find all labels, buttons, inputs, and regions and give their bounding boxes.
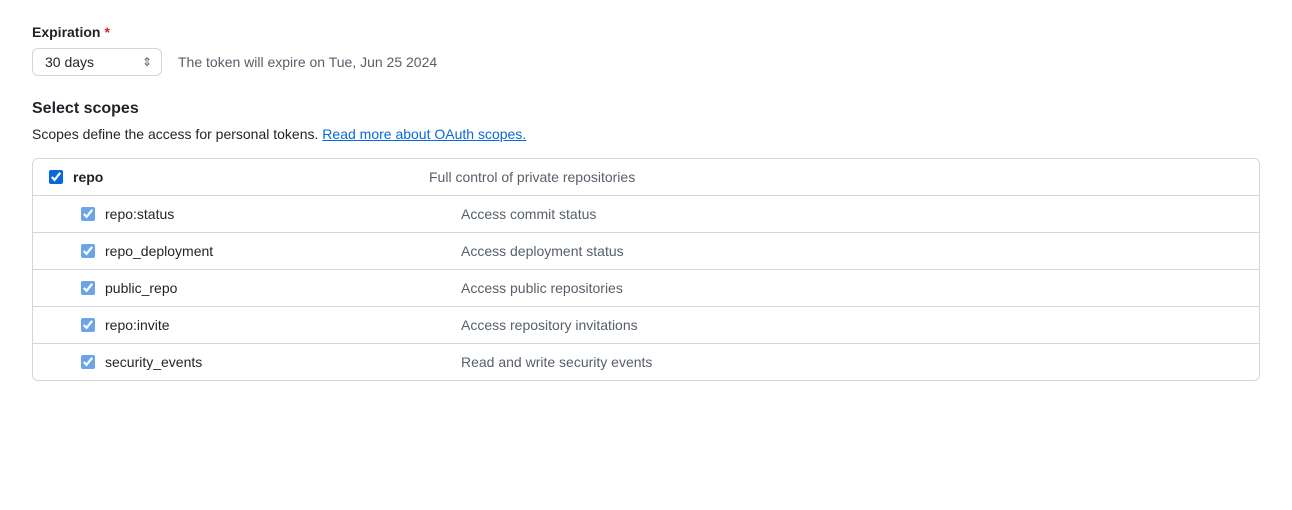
scope-description-repo-invite: Access repository invitations	[461, 317, 1243, 333]
oauth-scopes-link[interactable]: Read more about OAuth scopes.	[322, 126, 526, 142]
scope-checkbox-security-events[interactable]	[81, 355, 95, 369]
scope-description-repo-status: Access commit status	[461, 206, 1243, 222]
scope-row-repo: repo Full control of private repositorie…	[33, 159, 1259, 196]
scopes-description-text: Scopes define the access for personal to…	[32, 126, 318, 142]
scope-row-security-events: security_events Read and write security …	[33, 344, 1259, 380]
scope-checkbox-repo[interactable]	[49, 170, 63, 184]
scope-left-repo-deployment: repo_deployment	[81, 243, 461, 259]
scope-left-repo-status: repo:status	[81, 206, 461, 222]
scopes-table: repo Full control of private repositorie…	[32, 158, 1260, 381]
expiration-select-wrapper: 7 days 30 days 60 days 90 days Custom No…	[32, 48, 162, 76]
scope-row-repo-deployment: repo_deployment Access deployment status	[33, 233, 1259, 270]
scope-left-repo: repo	[49, 169, 429, 185]
expiration-row: 7 days 30 days 60 days 90 days Custom No…	[32, 48, 1260, 76]
scopes-title: Select scopes	[32, 100, 1260, 118]
scope-name-public-repo[interactable]: public_repo	[105, 280, 177, 296]
scope-name-repo-status[interactable]: repo:status	[105, 206, 174, 222]
expiration-label-text: Expiration	[32, 24, 100, 40]
scope-name-repo-invite[interactable]: repo:invite	[105, 317, 170, 333]
scope-checkbox-repo-status[interactable]	[81, 207, 95, 221]
scope-name-repo[interactable]: repo	[73, 169, 103, 185]
scope-checkbox-repo-invite[interactable]	[81, 318, 95, 332]
expiration-label: Expiration *	[32, 24, 1260, 40]
scope-left-security-events: security_events	[81, 354, 461, 370]
scope-description-repo: Full control of private repositories	[429, 169, 1243, 185]
scope-description-repo-deployment: Access deployment status	[461, 243, 1243, 259]
scope-description-security-events: Read and write security events	[461, 354, 1243, 370]
scopes-description: Scopes define the access for personal to…	[32, 126, 1260, 142]
scope-row-public-repo: public_repo Access public repositories	[33, 270, 1259, 307]
scope-checkbox-public-repo[interactable]	[81, 281, 95, 295]
scopes-section: Select scopes Scopes define the access f…	[32, 100, 1260, 381]
expiration-hint: The token will expire on Tue, Jun 25 202…	[178, 54, 437, 70]
scope-name-security-events[interactable]: security_events	[105, 354, 202, 370]
scope-row-repo-status: repo:status Access commit status	[33, 196, 1259, 233]
scope-description-public-repo: Access public repositories	[461, 280, 1243, 296]
expiration-select[interactable]: 7 days 30 days 60 days 90 days Custom No…	[32, 48, 162, 76]
scope-row-repo-invite: repo:invite Access repository invitation…	[33, 307, 1259, 344]
scope-left-repo-invite: repo:invite	[81, 317, 461, 333]
expiration-section: Expiration * 7 days 30 days 60 days 90 d…	[32, 24, 1260, 76]
required-indicator: *	[104, 24, 109, 40]
scope-name-repo-deployment[interactable]: repo_deployment	[105, 243, 213, 259]
scope-left-public-repo: public_repo	[81, 280, 461, 296]
scope-checkbox-repo-deployment[interactable]	[81, 244, 95, 258]
